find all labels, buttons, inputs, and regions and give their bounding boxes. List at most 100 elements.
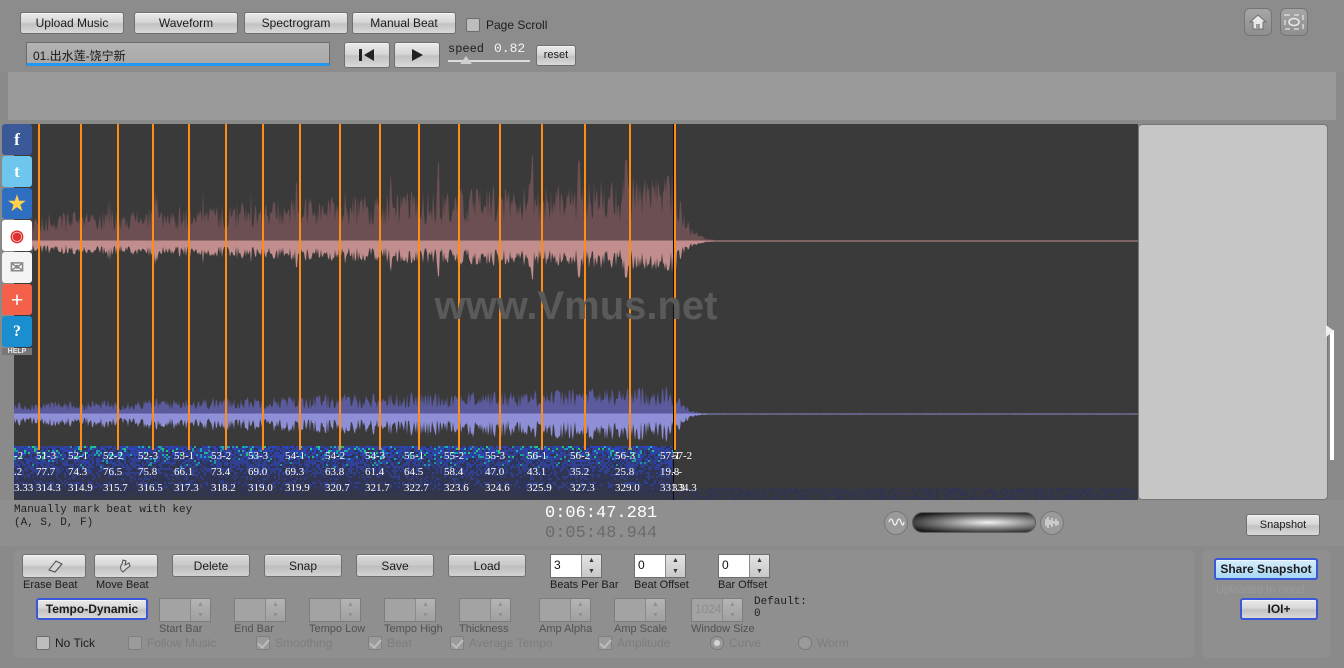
beat-offset-value[interactable]: 0: [635, 555, 665, 577]
delete-button[interactable]: Delete: [172, 554, 250, 577]
analysis-canvas[interactable]: www.Vmus.net: [14, 124, 1138, 500]
end-bar-label: End Bar: [234, 623, 274, 635]
bar-offset-stepper[interactable]: ▲▼: [749, 555, 769, 577]
beats-per-bar-stepper[interactable]: ▲▼: [581, 555, 601, 577]
curve-radio[interactable]: [710, 636, 724, 650]
twitter-icon[interactable]: t: [2, 156, 32, 187]
option-average-tempo[interactable]: Average Tempo: [450, 636, 582, 650]
smoothing-checkbox[interactable]: [256, 636, 270, 650]
sharp-wave-icon[interactable]: [1040, 511, 1064, 535]
snap-button[interactable]: Snap: [264, 554, 342, 577]
share-more-icon[interactable]: +: [2, 284, 32, 315]
eraser-icon: [44, 559, 64, 573]
thickness-spinner: ▲▼: [459, 598, 511, 622]
help-icon[interactable]: ?: [2, 316, 32, 347]
plus-glyph: +: [11, 287, 24, 313]
time-label: 321.7: [365, 482, 390, 494]
right-side-panel[interactable]: [1138, 124, 1328, 500]
bar-offset-spinner[interactable]: 0▲▼: [718, 554, 770, 578]
share-snapshot-button[interactable]: Share Snapshot: [1214, 558, 1318, 580]
tab-spectrogram[interactable]: Spectrogram: [244, 12, 348, 34]
worm-radio[interactable]: [798, 636, 812, 650]
erase-beat-button[interactable]: [22, 554, 86, 578]
reset-button[interactable]: reset: [536, 45, 576, 66]
option-curve[interactable]: Curve: [710, 636, 782, 650]
start-bar-increment: ▲: [191, 599, 210, 610]
beat-offset-increment[interactable]: ▲: [666, 555, 685, 566]
bar-label: 54-3: [365, 450, 385, 462]
thickness-decrement: ▼: [491, 610, 510, 621]
average-tempo-checkbox[interactable]: [450, 636, 464, 650]
speed-control[interactable]: speed 0.82: [448, 40, 532, 70]
tab-manual-beat[interactable]: Manual Beat: [352, 12, 456, 34]
option-smoothing[interactable]: Smoothing: [256, 636, 352, 650]
amp-scale-decrement: ▼: [646, 610, 665, 621]
bar-label: 54-2: [325, 450, 345, 462]
smoothing-slider[interactable]: [884, 510, 1064, 535]
play-button[interactable]: [394, 42, 440, 68]
smooth-wave-icon[interactable]: [884, 511, 908, 535]
tab-upload-music[interactable]: Upload Music: [20, 12, 124, 34]
tab-waveform[interactable]: Waveform: [134, 12, 238, 34]
beats-per-bar-spinner[interactable]: 3▲▼: [550, 554, 602, 578]
smoothing-slider-track[interactable]: [912, 512, 1036, 533]
follow-music-checkbox[interactable]: [128, 636, 142, 650]
window-size-spinner: 1024▲▼: [691, 598, 743, 622]
option-worm[interactable]: Worm: [798, 636, 868, 650]
bar-offset-increment[interactable]: ▲: [750, 555, 769, 566]
tempo-high-value: [385, 599, 415, 621]
tempo-low-spinner: ▲▼: [309, 598, 361, 622]
option-beat[interactable]: Beat: [368, 636, 434, 650]
tempo-low-label: Tempo Low: [309, 623, 365, 635]
home-icon[interactable]: [1244, 8, 1272, 36]
load-button[interactable]: Load: [448, 554, 526, 577]
page-scroll-toggle[interactable]: Page Scroll: [466, 16, 547, 34]
beat-checkbox[interactable]: [368, 636, 382, 650]
tempo-low-stepper: ▲▼: [340, 599, 360, 621]
option-no-tick[interactable]: No Tick: [36, 636, 112, 650]
bar-offset-label: Bar Offset: [718, 579, 767, 591]
rewind-icon: [357, 48, 377, 62]
start-bar-stepper: ▲▼: [190, 599, 210, 621]
top-toolbar: Upload Music Waveform Spectrogram Manual…: [0, 0, 1344, 72]
bar-offset-decrement[interactable]: ▼: [750, 566, 769, 577]
vertical-scrollbar[interactable]: [1330, 330, 1334, 460]
ioi-button[interactable]: IOI+: [1240, 598, 1318, 620]
weibo-icon[interactable]: ◉: [2, 220, 32, 251]
beats-per-bar-label: Beats Per Bar: [550, 579, 618, 591]
tempo-high-decrement: ▼: [416, 610, 435, 621]
no-tick-checkbox[interactable]: [36, 636, 50, 650]
amplitude-checkbox[interactable]: [598, 636, 612, 650]
page-scroll-checkbox[interactable]: [466, 18, 480, 32]
watermark: www.Vmus.net: [14, 284, 1138, 329]
beats-per-bar-value[interactable]: 3: [551, 555, 581, 577]
tempo-dynamic-button[interactable]: Tempo-Dynamic: [36, 598, 148, 620]
bar-label: 56-2: [570, 450, 590, 462]
bar-label: 52-1: [68, 450, 88, 462]
question-glyph: ?: [13, 323, 21, 341]
snapshot-icon[interactable]: [1280, 8, 1308, 36]
time-label: 315.7: [103, 482, 128, 494]
home-glyph: [1249, 13, 1267, 31]
beats-per-bar-increment[interactable]: ▲: [582, 555, 601, 566]
average-tempo-label: Average Tempo: [469, 636, 553, 650]
scrollbar-handle[interactable]: [1326, 325, 1334, 337]
email-icon[interactable]: ✉: [2, 252, 32, 283]
option-amplitude[interactable]: Amplitude: [598, 636, 694, 650]
rewind-button[interactable]: [344, 42, 390, 68]
move-beat-button[interactable]: [94, 554, 158, 578]
facebook-icon[interactable]: f: [2, 124, 32, 155]
bar-offset-value[interactable]: 0: [719, 555, 749, 577]
beat-offset-spinner[interactable]: 0▲▼: [634, 554, 686, 578]
option-follow-music[interactable]: Follow Music: [128, 636, 240, 650]
beat-offset-decrement[interactable]: ▼: [666, 566, 685, 577]
beats-per-bar-decrement[interactable]: ▼: [582, 566, 601, 577]
snapshot-button[interactable]: Snapshot: [1246, 514, 1320, 536]
page-scroll-label: Page Scroll: [486, 18, 547, 32]
qzone-icon[interactable]: ★: [2, 188, 32, 219]
save-button[interactable]: Save: [356, 554, 434, 577]
email-glyph: ✉: [10, 258, 24, 278]
speed-slider-knob[interactable]: [460, 56, 472, 64]
track-name-field[interactable]: 01.出水莲-饶宁新: [26, 42, 330, 66]
beat-offset-stepper[interactable]: ▲▼: [665, 555, 685, 577]
